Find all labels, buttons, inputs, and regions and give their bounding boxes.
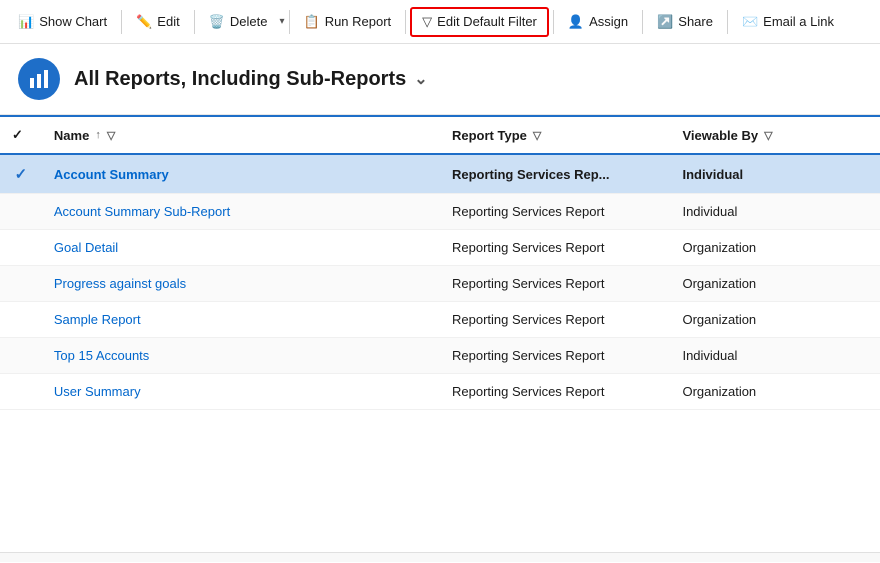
email-link-button[interactable]: ✉️ Email a Link — [732, 9, 844, 35]
row-name-cell[interactable]: Progress against goals — [42, 266, 440, 302]
row-viewable-by-cell: Individual — [670, 338, 880, 374]
row-check-cell[interactable] — [0, 230, 42, 266]
row-check-cell[interactable] — [0, 194, 42, 230]
row-viewable-by-cell: Organization — [670, 230, 880, 266]
email-icon: ✉️ — [742, 14, 758, 30]
assign-button[interactable]: 👤 Assign — [558, 9, 638, 35]
col-check: ✓ — [0, 116, 42, 154]
name-header-label: Name — [54, 128, 89, 143]
row-report-type-cell: Reporting Services Rep... — [440, 154, 670, 194]
viewable-by-header-label: Viewable By — [682, 128, 758, 143]
row-report-type-cell: Reporting Services Report — [440, 374, 670, 410]
table-row[interactable]: Sample ReportReporting Services ReportOr… — [0, 302, 880, 338]
chart-icon: 📊 — [18, 14, 34, 30]
check-header-label: ✓ — [12, 127, 23, 143]
divider-7 — [727, 10, 728, 34]
divider-6 — [642, 10, 643, 34]
row-check-cell[interactable]: ✓ — [0, 154, 42, 194]
edit-icon: ✏️ — [136, 14, 152, 30]
table-row[interactable]: User SummaryReporting Services ReportOrg… — [0, 374, 880, 410]
table-row[interactable]: ✓ Account SummaryReporting Services Rep..… — [0, 154, 880, 194]
divider-2 — [194, 10, 195, 34]
edit-button[interactable]: ✏️ Edit — [126, 9, 190, 35]
title-dropdown-chevron[interactable]: ⌄ — [414, 69, 427, 89]
show-chart-button[interactable]: 📊 Show Chart — [8, 9, 117, 35]
row-report-type-cell: Reporting Services Report — [440, 302, 670, 338]
reports-table: ✓ Name ↑ ▽ Report Type ▽ — [0, 115, 880, 410]
table-row[interactable]: Top 15 AccountsReporting Services Report… — [0, 338, 880, 374]
row-name-cell[interactable]: Account Summary Sub-Report — [42, 194, 440, 230]
row-name-cell[interactable]: Goal Detail — [42, 230, 440, 266]
run-report-button[interactable]: 📋 Run Report — [294, 9, 402, 35]
reports-table-container: ✓ Name ↑ ▽ Report Type ▽ — [0, 115, 880, 552]
share-icon: ↗️ — [657, 14, 673, 30]
delete-button[interactable]: 🗑️ Delete — [199, 9, 278, 35]
divider-4 — [405, 10, 406, 34]
name-filter-icon[interactable]: ▽ — [107, 129, 115, 142]
col-viewable-by: Viewable By ▽ — [670, 116, 880, 154]
edit-default-filter-button[interactable]: ▽ Edit Default Filter — [410, 7, 549, 37]
filter-btn-icon: ▽ — [422, 14, 432, 30]
divider-1 — [121, 10, 122, 34]
row-check-cell[interactable] — [0, 266, 42, 302]
row-check-cell[interactable] — [0, 374, 42, 410]
row-viewable-by-cell: Organization — [670, 302, 880, 338]
row-name-cell[interactable]: Sample Report — [42, 302, 440, 338]
run-report-icon: 📋 — [304, 14, 320, 30]
row-report-type-cell: Reporting Services Report — [440, 266, 670, 302]
table-row[interactable]: Progress against goalsReporting Services… — [0, 266, 880, 302]
check-mark: ✓ — [15, 166, 28, 183]
divider-3 — [289, 10, 290, 34]
assign-icon: 👤 — [568, 14, 584, 30]
row-report-type-cell: Reporting Services Report — [440, 230, 670, 266]
delete-dropdown-arrow[interactable]: ▾ — [279, 16, 284, 27]
row-name-cell[interactable]: Account Summary — [42, 154, 440, 194]
header-icon — [18, 58, 60, 100]
row-name-cell[interactable]: User Summary — [42, 374, 440, 410]
report-type-header-label: Report Type — [452, 128, 527, 143]
row-viewable-by-cell: Organization — [670, 266, 880, 302]
row-report-type-cell: Reporting Services Report — [440, 338, 670, 374]
row-name-cell[interactable]: Top 15 Accounts — [42, 338, 440, 374]
table-row[interactable]: Goal DetailReporting Services ReportOrga… — [0, 230, 880, 266]
name-sort-icon[interactable]: ↑ — [95, 129, 101, 141]
table-body: ✓ Account SummaryReporting Services Rep..… — [0, 154, 880, 410]
toolbar: 📊 Show Chart ✏️ Edit 🗑️ Delete ▾ 📋 Run R… — [0, 0, 880, 44]
page-header: All Reports, Including Sub-Reports ⌄ — [0, 44, 880, 115]
delete-icon: 🗑️ — [209, 14, 225, 30]
report-type-filter-icon[interactable]: ▽ — [533, 129, 541, 142]
viewable-by-filter-icon[interactable]: ▽ — [764, 129, 772, 142]
row-check-cell[interactable] — [0, 338, 42, 374]
col-report-type: Report Type ▽ — [440, 116, 670, 154]
page-title: All Reports, Including Sub-Reports ⌄ — [74, 68, 428, 91]
row-viewable-by-cell: Organization — [670, 374, 880, 410]
divider-5 — [553, 10, 554, 34]
table-footer — [0, 552, 880, 562]
table-row[interactable]: Account Summary Sub-ReportReporting Serv… — [0, 194, 880, 230]
row-report-type-cell: Reporting Services Report — [440, 194, 670, 230]
row-viewable-by-cell: Individual — [670, 154, 880, 194]
row-check-cell[interactable] — [0, 302, 42, 338]
table-header-row: ✓ Name ↑ ▽ Report Type ▽ — [0, 116, 880, 154]
col-name: Name ↑ ▽ — [42, 116, 440, 154]
share-button[interactable]: ↗️ Share — [647, 9, 723, 35]
row-viewable-by-cell: Individual — [670, 194, 880, 230]
